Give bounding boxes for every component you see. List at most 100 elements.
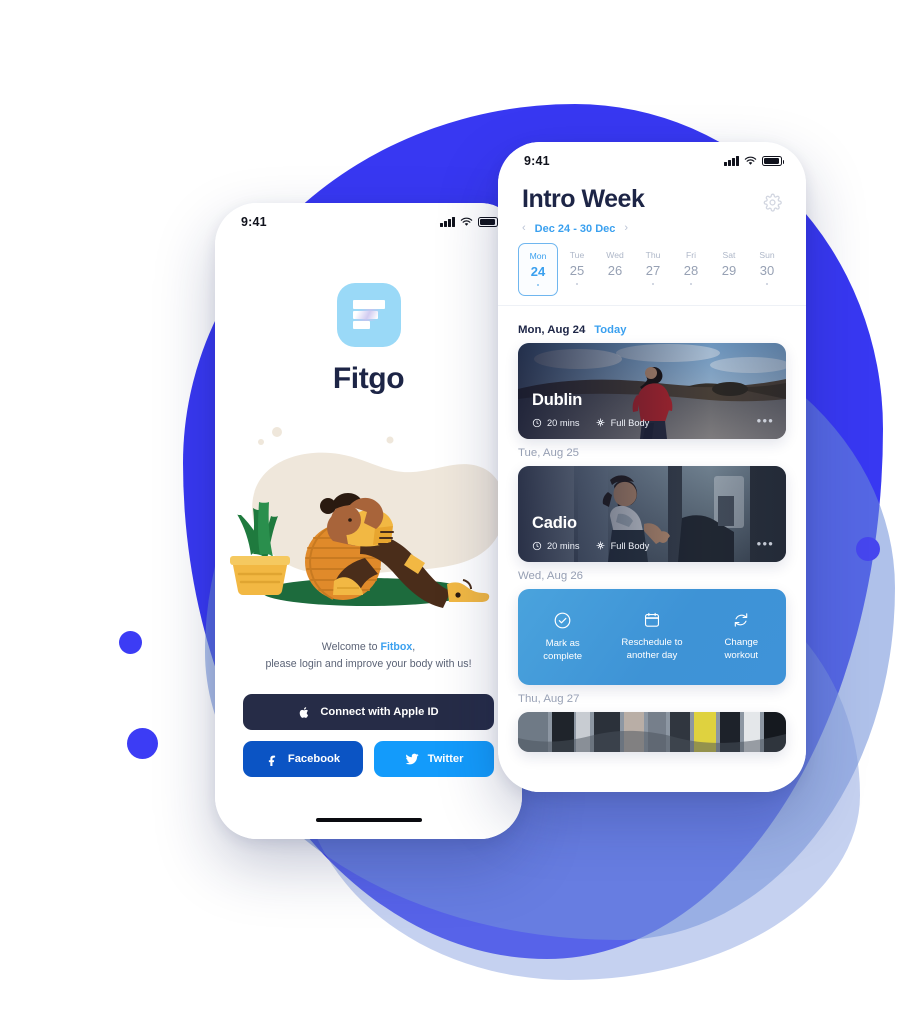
gear-icon[interactable]: [763, 193, 782, 212]
workout-card-cadio[interactable]: Cadio 20 mins Full Body ●●●: [518, 466, 786, 563]
apple-button-label: Connect with Apple ID: [320, 706, 439, 719]
weekday-fri[interactable]: Fri 28: [672, 243, 710, 297]
mark-as-complete-action[interactable]: Mark as complete: [518, 611, 606, 663]
feed-date-label: Mon, Aug 24: [518, 324, 586, 337]
workout-feed: Mon, Aug 24 Today Dublin 20 mins Full Bo…: [498, 306, 806, 753]
cellular-signal-icon: [724, 156, 739, 166]
social-login-buttons: Connect with Apple ID Facebook Twitter: [215, 694, 522, 778]
feed-date-label: Tue, Aug 25: [518, 447, 580, 460]
weekday-sat[interactable]: Sat 29: [710, 243, 748, 297]
weekday-wed[interactable]: Wed 26: [596, 243, 634, 297]
decor-dot-small: [119, 631, 142, 654]
week-navigator: ‹ Dec 24 - 30 Dec ›: [498, 214, 806, 235]
welcome-text: Welcome to Fitbox, please login and impr…: [215, 639, 522, 672]
weekday-number: 25: [569, 262, 585, 278]
phone-mockup-login: 9:41 Fitgo Welcome to Fitbox, please log…: [215, 203, 522, 839]
refresh-icon: [735, 613, 748, 628]
weekday-number: 30: [759, 262, 775, 278]
status-bar-left: 9:41: [215, 203, 522, 241]
weekday-number: 24: [530, 263, 546, 279]
reschedule-action[interactable]: Reschedule to another day: [608, 611, 696, 662]
fitgo-logo-icon: [336, 283, 401, 347]
facebook-icon: [266, 753, 279, 766]
workout-title: Dublin: [532, 391, 583, 410]
decor-dot-right: [856, 537, 880, 561]
schedule-screen: 9:41 Intro Week ‹ Dec 24 - 30 Dec › Mon …: [498, 142, 806, 792]
wifi-icon: [460, 217, 473, 227]
status-icons: [724, 156, 785, 166]
status-bar-right: 9:41: [498, 142, 806, 180]
weekday-mon[interactable]: Mon 24: [518, 242, 558, 297]
home-indicator[interactable]: [315, 817, 422, 822]
workout-duration: 20 mins: [532, 418, 580, 428]
welcome-line1-pre: Welcome to: [321, 641, 381, 653]
workout-title: Cadio: [532, 514, 577, 533]
weekday-name: Tue: [569, 249, 585, 260]
status-time: 9:41: [524, 154, 550, 168]
welcome-line2: please login and improve your body with …: [265, 657, 472, 670]
apple-icon: [298, 706, 311, 719]
workout-card-dublin[interactable]: Dublin 20 mins Full Body ●●●: [518, 343, 786, 440]
weekday-name: Mon: [529, 250, 547, 261]
weekday-tue[interactable]: Tue 25: [558, 243, 596, 297]
twitter-login-button[interactable]: Twitter: [374, 741, 494, 778]
twitter-icon: [405, 752, 419, 766]
weekday-strip: Mon 24 Tue 25 Wed 26 Thu 27 Fri 28 Sat 29 Sun 30: [498, 235, 806, 297]
weekday-number: 29: [721, 262, 737, 278]
login-screen: 9:41 Fitgo Welcome to Fitbox, please log…: [215, 203, 522, 839]
clock-icon: [532, 418, 542, 427]
today-badge: Today: [594, 324, 627, 337]
weekday-dot: [765, 282, 769, 286]
page-title: Intro Week: [522, 185, 645, 213]
brand-highlight: Fitbox: [380, 641, 413, 653]
decor-dot-medium: [127, 728, 158, 759]
workout-focus: Full Body: [595, 540, 649, 551]
weekday-name: Fri: [685, 249, 697, 260]
connect-with-apple-id-button[interactable]: Connect with Apple ID: [243, 694, 494, 731]
workout-card-partial[interactable]: [518, 712, 786, 753]
weekday-name: Wed: [606, 249, 624, 260]
status-icons: [440, 217, 501, 227]
twitter-button-label: Twitter: [427, 753, 464, 766]
clock-icon: [532, 541, 542, 550]
ellipsis-icon[interactable]: ●●●: [757, 539, 775, 548]
weekday-dot: [575, 282, 579, 286]
workout-duration: 20 mins: [532, 541, 580, 551]
action-label: Reschedule to another day: [621, 637, 683, 662]
battery-icon: [762, 156, 785, 166]
body-target-icon: [595, 541, 605, 550]
action-label: Mark as complete: [543, 637, 583, 662]
weekday-thu[interactable]: Thu 27: [634, 243, 672, 297]
week-range-label: Dec 24 - 30 Dec: [534, 222, 616, 235]
schedule-header: Intro Week: [498, 180, 806, 214]
weekday-name: Sun: [759, 249, 775, 260]
ellipsis-icon[interactable]: ●●●: [757, 416, 775, 425]
phone-mockup-schedule: 9:41 Intro Week ‹ Dec 24 - 30 Dec › Mon …: [498, 142, 806, 792]
weekday-number: 27: [645, 262, 661, 278]
prev-week-button[interactable]: ‹: [522, 223, 526, 234]
body-target-icon: [595, 418, 605, 427]
workout-actions-panel: Mark as complete Reschedule to another day…: [518, 589, 786, 686]
change-workout-action[interactable]: Change workout: [697, 611, 785, 662]
weekday-number: 28: [683, 262, 699, 278]
calendar-icon: [644, 613, 659, 628]
weekday-sun[interactable]: Sun 30: [748, 243, 786, 297]
facebook-login-button[interactable]: Facebook: [243, 741, 363, 778]
weekday-number: 26: [607, 262, 623, 278]
next-week-button[interactable]: ›: [624, 223, 628, 234]
feed-date-heading: Mon, Aug 24 Today: [518, 324, 786, 336]
battery-icon: [478, 217, 501, 227]
feed-date-label: Wed, Aug 26: [518, 570, 584, 583]
check-circle-icon: [554, 612, 571, 629]
brand-lockup: Fitgo: [215, 283, 522, 396]
welcome-line1-post: ,: [412, 641, 416, 653]
page-title: Fitgo: [332, 362, 405, 395]
weekday-dot: [689, 282, 693, 286]
facebook-button-label: Facebook: [287, 753, 341, 766]
workout-focus: Full Body: [595, 417, 649, 428]
weekday-dot: [651, 282, 655, 286]
weekday-name: Thu: [645, 249, 661, 260]
weekday-dot: [614, 283, 617, 286]
woman-exercising-on-ball-illustration: [215, 410, 522, 625]
feed-date-label: Thu, Aug 27: [518, 693, 580, 706]
